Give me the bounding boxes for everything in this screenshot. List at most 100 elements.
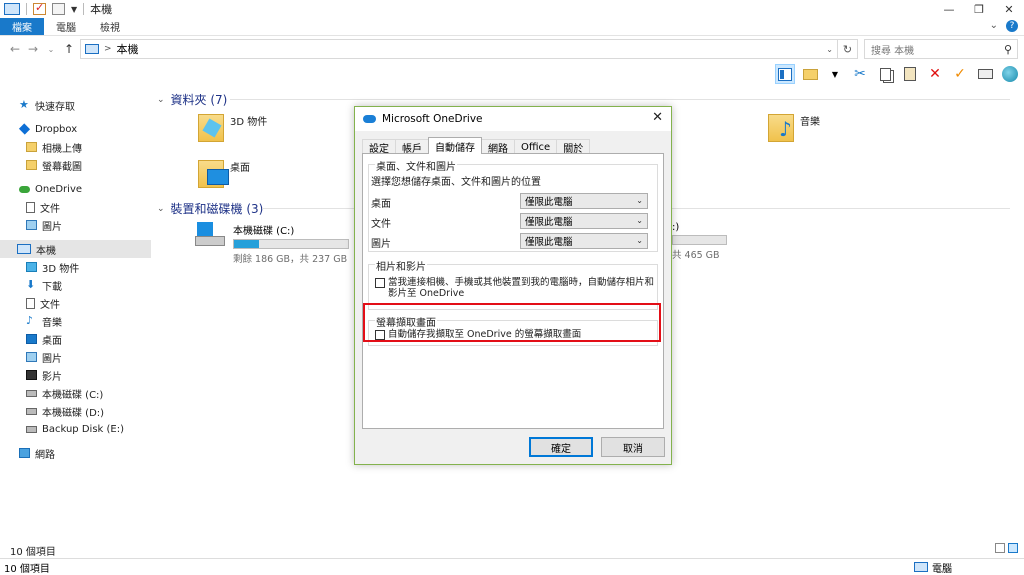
drives-group-header[interactable]: ⌄ 裝置和磁碟機 (3) [157,200,263,217]
checkbox[interactable] [375,278,385,288]
status-location: 電腦 [914,560,952,575]
folders-group-header[interactable]: ⌄ 資料夾 (7) [157,91,227,108]
sidebar-item-label: OneDrive [35,183,83,195]
computer-icon [914,562,928,572]
sidebar-item-screenshots[interactable]: 螢幕截圖 [0,156,151,174]
details-view-icon[interactable] [995,543,1005,553]
search-icon: ⚲ [1003,42,1012,56]
back-arrow-icon[interactable]: ← [6,42,24,56]
sidebar-item-label: 網路 [35,449,55,461]
sidebar-item-onedrive[interactable]: OneDrive [0,180,151,198]
restore-button[interactable]: ❐ [964,0,994,18]
sidebar-item-this-pc[interactable]: 本機 [0,240,151,258]
sidebar-item-onedrive-documents[interactable]: 文件 [0,198,151,216]
sidebar-item-downloads[interactable]: ⬇ 下載 [0,276,151,294]
copy-button[interactable] [875,64,895,84]
drive-e[interactable]: :) 共 465 GB [672,222,727,261]
checkbox-label: 當我連接相機、手機或其他裝置到我的電腦時，自動儲存相片和影片至 OneDrive [388,277,655,299]
up-arrow-icon[interactable]: ↑ [60,42,78,56]
drive-icon [26,425,37,433]
document-icon [26,297,35,309]
window-title: 本機 [90,3,113,16]
forward-arrow-icon[interactable]: → [24,42,42,56]
dialog-title: Microsoft OneDrive [382,113,483,125]
folder-desktop[interactable]: 桌面 [198,160,250,188]
3d-objects-folder-icon [198,114,224,142]
star-icon: ★ [19,98,29,111]
drive-c[interactable]: 本機磁碟 (C:) 剩餘 186 GB，共 237 GB [195,222,349,265]
auto-save-photos-checkbox[interactable]: 當我連接相機、手機或其他裝置到我的電腦時，自動儲存相片和影片至 OneDrive [375,277,655,299]
music-folder-icon [768,114,794,142]
sidebar-item-onedrive-pictures[interactable]: 圖片 [0,216,151,234]
sidebar-item-desktop[interactable]: 桌面 [0,330,151,348]
documents-location-select[interactable]: 僅限此電腦 ⌄ [520,213,648,229]
sidebar-item-dropbox[interactable]: Dropbox [0,120,151,138]
sidebar-item-music[interactable]: ♪ 音樂 [0,312,151,330]
desktop-location-select[interactable]: 僅限此電腦 ⌄ [520,193,648,209]
minimize-button[interactable]: — [934,0,964,18]
cancel-button[interactable]: 取消 [601,437,665,457]
recent-locations-icon[interactable]: ⌄ [42,45,60,54]
new-folder-button[interactable] [800,64,820,84]
drive-usage-bar [672,235,727,245]
rename-button[interactable] [975,64,995,84]
sidebar-item-drive-d[interactable]: 本機磁碟 (D:) [0,402,151,420]
breadcrumb[interactable]: 本機 [117,41,139,57]
sidebar-item-3d-objects[interactable]: 3D 物件 [0,258,151,276]
ok-button[interactable]: 確定 [529,437,593,457]
customize-quick-access-icon[interactable]: ▼ [71,5,77,14]
computer-icon [4,3,20,15]
sidebar-item-camera-uploads[interactable]: 相機上傳 [0,138,151,156]
properties-icon[interactable] [33,1,46,15]
collapse-icon: ⌄ [157,94,165,105]
tab-settings[interactable]: 設定 [362,139,396,155]
close-icon[interactable]: ✕ [652,110,663,125]
folder-dropdown-icon[interactable]: ▼ [825,64,845,84]
sidebar-item-pictures[interactable]: 圖片 [0,348,151,366]
expand-ribbon-icon[interactable]: ⌄ [990,20,998,32]
sidebar-item-network[interactable]: 網路 [0,444,151,462]
sidebar-item-label: 相機上傳 [42,143,82,155]
tab-auto-save[interactable]: 自動儲存 [428,137,482,154]
delete-icon[interactable]: ✕ [925,64,945,84]
desktop-documents-pictures-group: 桌面、文件和圖片 選擇您想儲存桌面、文件和圖片的位置 桌面 僅限此電腦 ⌄ 文件 … [368,158,658,252]
network-button[interactable] [1000,64,1020,84]
search-input[interactable]: 搜尋 本機 ⚲ [864,39,1018,59]
sidebar-item-documents[interactable]: 文件 [0,294,151,312]
pictures-location-select[interactable]: 僅限此電腦 ⌄ [520,233,648,249]
sidebar-item-quick-access[interactable]: ★ 快速存取 [0,96,151,114]
onedrive-settings-dialog: Microsoft OneDrive ✕ 設定 帳戶 自動儲存 網路 Offic… [354,106,672,465]
tab-office[interactable]: Office [514,139,558,154]
navigation-bar: ← → ⌄ ↑ > 本機 ⌄ ↻ 搜尋 本機 ⚲ [0,37,1024,61]
tab-about[interactable]: 關於 [556,139,591,155]
tab-account[interactable]: 帳戶 [395,139,429,155]
help-icon[interactable]: ? [1006,20,1018,32]
sidebar-item-label: 文件 [40,203,60,215]
cut-icon[interactable]: ✂ [850,64,870,84]
tab-view[interactable]: 檢視 [88,18,132,35]
refresh-button[interactable]: ↻ [838,39,858,59]
checkmark-icon[interactable]: ✓ [950,64,970,84]
download-icon: ⬇ [26,278,36,291]
preview-pane-button[interactable] [775,64,795,84]
close-button[interactable]: ✕ [994,0,1024,18]
tab-network[interactable]: 網路 [481,139,515,155]
tab-computer[interactable]: 電腦 [44,18,88,35]
status-item-count: 10 個項目 [4,563,50,575]
status-bar: 10 個項目 電腦 [0,558,1024,575]
paste-button[interactable] [900,64,920,84]
tab-file[interactable]: 檔案 [0,18,44,35]
sidebar-item-videos[interactable]: 影片 [0,366,151,384]
folder-3d-objects[interactable]: 3D 物件 [198,114,267,142]
sidebar-item-label: 影片 [42,371,62,383]
new-folder-icon[interactable] [52,3,65,15]
sidebar-item-label: 快速存取 [35,101,75,113]
large-icons-view-icon[interactable] [1008,543,1018,553]
sidebar-item-backup-disk[interactable]: Backup Disk (E:) [0,420,151,438]
folder-music[interactable]: 音樂 [768,114,820,142]
document-icon [26,201,35,213]
address-bar[interactable]: > 本機 ⌄ [80,39,838,59]
sidebar-item-drive-c[interactable]: 本機磁碟 (C:) [0,384,151,402]
music-icon: ♪ [26,314,34,327]
address-dropdown-icon[interactable]: ⌄ [826,45,833,54]
